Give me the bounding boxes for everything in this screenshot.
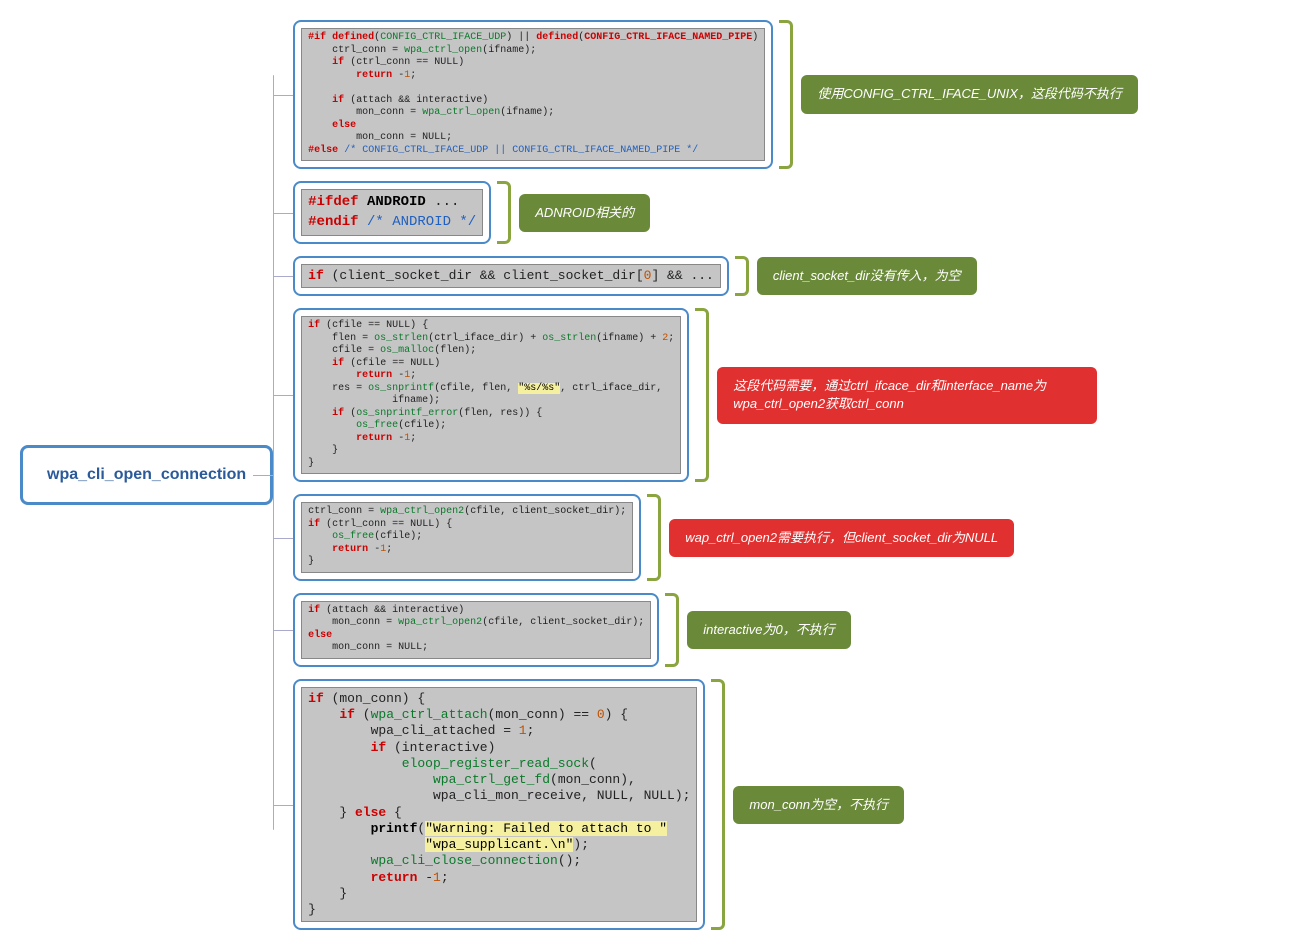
annotation-5: interactive为0，不执行 [687,611,850,649]
branch-2: if (client_socket_dir && client_socket_d… [293,256,1138,296]
root-node: wpa_cli_open_connection [20,445,273,505]
annotation-0: 使用CONFIG_CTRL_IFACE_UNIX，这段代码不执行 [801,75,1138,113]
code-content-0: #if defined(CONFIG_CTRL_IFACE_UDP) || de… [301,28,765,161]
annotation-6: mon_conn为空，不执行 [733,786,904,824]
bracket-2 [735,256,749,296]
code-block-2: if (client_socket_dir && client_socket_d… [293,256,729,296]
code-block-0: #if defined(CONFIG_CTRL_IFACE_UDP) || de… [293,20,773,169]
branch-4: ctrl_conn = wpa_ctrl_open2(cfile, client… [293,494,1138,581]
branch-3: if (cfile == NULL) { flen = os_strlen(ct… [293,308,1138,482]
code-content-4: ctrl_conn = wpa_ctrl_open2(cfile, client… [301,502,633,573]
branch-5: if (attach && interactive) mon_conn = wp… [293,593,1138,667]
bracket-1 [497,181,511,244]
code-content-3: if (cfile == NULL) { flen = os_strlen(ct… [301,316,681,474]
bracket-4 [647,494,661,581]
code-content-2: if (client_socket_dir && client_socket_d… [301,264,721,288]
code-content-6: if (mon_conn) { if (wpa_ctrl_attach(mon_… [301,687,697,923]
branch-6: if (mon_conn) { if (wpa_ctrl_attach(mon_… [293,679,1138,931]
diagram-root: wpa_cli_open_connection #if defined(CONF… [20,20,1284,930]
code-block-5: if (attach && interactive) mon_conn = wp… [293,593,659,667]
bracket-3 [695,308,709,482]
annotation-4: wap_ctrl_open2需要执行，但client_socket_dir为NU… [669,519,1014,557]
annotation-3: 这段代码需要，通过ctrl_ifcace_dir和interface_name为… [717,367,1097,423]
code-block-3: if (cfile == NULL) { flen = os_strlen(ct… [293,308,689,482]
annotation-1: ADNROID相关的 [519,194,650,232]
root-title: wpa_cli_open_connection [47,466,246,483]
code-content-1: #ifdef ANDROID ... #endif /* ANDROID */ [301,189,483,236]
branch-1: #ifdef ANDROID ... #endif /* ANDROID */ … [293,181,1138,244]
annotation-2: client_socket_dir没有传入，为空 [757,257,977,295]
bracket-6 [711,679,725,931]
branch-0: #if defined(CONFIG_CTRL_IFACE_UDP) || de… [293,20,1138,169]
bracket-0 [779,20,793,169]
code-content-5: if (attach && interactive) mon_conn = wp… [301,601,651,659]
code-block-6: if (mon_conn) { if (wpa_ctrl_attach(mon_… [293,679,705,931]
code-block-4: ctrl_conn = wpa_ctrl_open2(cfile, client… [293,494,641,581]
branch-list: #if defined(CONFIG_CTRL_IFACE_UDP) || de… [293,20,1138,930]
bracket-5 [665,593,679,667]
code-block-1: #ifdef ANDROID ... #endif /* ANDROID */ [293,181,491,244]
